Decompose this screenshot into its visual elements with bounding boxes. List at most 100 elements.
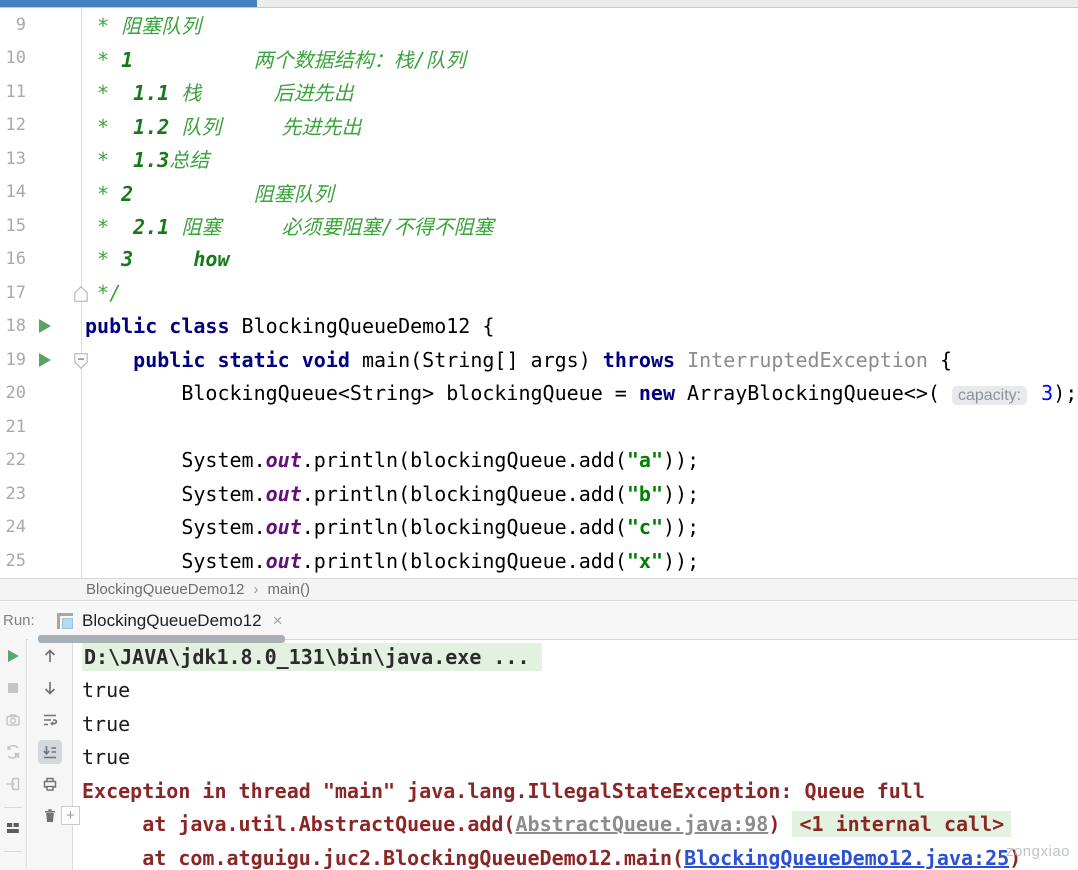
console-text: at com.atguigu.juc2.BlockingQueueDemo12.… [82, 846, 684, 870]
gutter [32, 176, 82, 210]
run-button-icon[interactable] [39, 353, 51, 367]
code-token: "c" [627, 515, 663, 539]
code-token: )); [663, 515, 699, 539]
line-number: 22 [0, 450, 32, 470]
gutter [32, 109, 82, 143]
code-text: * 2 阻塞队列 [82, 178, 334, 207]
console-line: at com.atguigu.juc2.BlockingQueueDemo12.… [74, 841, 1078, 870]
console-fold-expand-icon[interactable]: + [61, 806, 80, 825]
down-stack-icon[interactable] [38, 676, 62, 700]
code-token: 栈 后进先出 [169, 81, 353, 105]
code-token: .println(blockingQueue.add( [302, 448, 627, 472]
layout-icon[interactable] [1, 816, 25, 840]
code-token: 阻塞队列 [133, 182, 333, 206]
code-token: 阻塞 必须要阻塞/不得不阻塞 [169, 215, 493, 239]
gutter [32, 209, 82, 243]
run-configuration-icon [57, 613, 73, 629]
code-token: 2 [121, 182, 133, 206]
close-tab-icon[interactable]: × [273, 611, 283, 631]
code-token: 队列 先进先出 [169, 115, 361, 139]
code-token: * [85, 182, 121, 206]
console-line: at java.util.AbstractQueue.add(AbstractQ… [74, 808, 1078, 842]
code-line: 21 [0, 410, 1078, 444]
ide-window: 9 * 阻塞队列10 * 1 两个数据结构：栈/队列11 * 1.1 栈 后进先… [0, 0, 1078, 870]
code-token: * [85, 81, 133, 105]
console-horizontal-scrollbar[interactable] [38, 635, 285, 643]
toolbar-separator [4, 851, 22, 852]
jump-to-icon[interactable] [1, 772, 25, 796]
code-token [1029, 381, 1041, 405]
code-text: System.out.println(blockingQueue.add("c"… [82, 515, 699, 539]
code-text: System.out.println(blockingQueue.add("x"… [82, 549, 699, 573]
console-line: true [74, 707, 1078, 741]
console-line: true [74, 741, 1078, 775]
code-token: how [193, 247, 229, 271]
stack-trace-link[interactable]: AbstractQueue.java:98 [515, 812, 768, 836]
gutter [32, 75, 82, 109]
soft-wrap-icon[interactable] [38, 708, 62, 732]
line-number: 9 [0, 15, 32, 35]
code-token: )); [663, 549, 699, 573]
gutter [32, 544, 82, 578]
highlighted-command-line: D:\JAVA\jdk1.8.0_131\bin\java.exe ... [82, 643, 542, 671]
code-line: 12 * 1.2 队列 先进先出 [0, 109, 1078, 143]
code-token: System. [85, 515, 266, 539]
console-output[interactable]: D:\JAVA\jdk1.8.0_131\bin\java.exe ... tru… [74, 640, 1078, 870]
code-token: 1.1 [133, 81, 169, 105]
code-token: throws [603, 348, 687, 372]
parameter-hint: capacity: [952, 386, 1027, 405]
editor-scrollbar-thumb[interactable] [0, 0, 257, 7]
code-token: public class [85, 314, 242, 338]
toolbar-separator [4, 807, 22, 808]
code-token: 3 [121, 247, 133, 271]
clear-icon[interactable] [38, 804, 62, 828]
code-token [133, 247, 193, 271]
code-token: 总结 [169, 148, 209, 172]
code-text: BlockingQueue<String> blockingQueue = ne… [82, 381, 1077, 405]
run-button-icon[interactable] [39, 319, 51, 333]
run-tab[interactable]: BlockingQueueDemo12 × [57, 611, 283, 631]
code-line: 24 System.out.println(blockingQueue.add(… [0, 511, 1078, 545]
code-token: new [639, 381, 675, 405]
thread-dump-icon[interactable] [1, 708, 25, 732]
gutter [32, 142, 82, 176]
code-line: 15 * 2.1 阻塞 必须要阻塞/不得不阻塞 [0, 209, 1078, 243]
line-number: 11 [0, 82, 32, 102]
code-line: 13 * 1.3总结 [0, 142, 1078, 176]
line-number: 24 [0, 517, 32, 537]
code-token: System. [85, 448, 266, 472]
stack-trace-link[interactable]: BlockingQueueDemo12.java:25 [684, 846, 1009, 870]
console-text: Exception in thread "main" java.lang.Ill… [82, 779, 925, 803]
rerun-failed-icon[interactable] [1, 740, 25, 764]
breadcrumb: BlockingQueueDemo12 › main() [0, 578, 1078, 601]
scroll-to-end-icon[interactable] [38, 740, 62, 764]
rerun-icon[interactable] [1, 644, 25, 668]
code-text: * 阻塞队列 [82, 10, 201, 39]
code-token: 1 [121, 48, 133, 72]
code-text: * 1.3总结 [82, 144, 209, 173]
code-token: BlockingQueueDemo12 { [242, 314, 495, 338]
code-token: InterruptedException [687, 348, 940, 372]
code-line: 14 * 2 阻塞队列 [0, 176, 1078, 210]
code-token: * [85, 215, 133, 239]
breadcrumb-method[interactable]: main() [267, 581, 310, 598]
code-text: public class BlockingQueueDemo12 { [82, 314, 494, 338]
breadcrumb-separator-icon: › [253, 581, 258, 598]
code-token: 1.3 [133, 148, 169, 172]
fold-collapse-icon[interactable] [72, 351, 90, 369]
more-icon[interactable]: » [1, 860, 25, 870]
code-text: System.out.println(blockingQueue.add("b"… [82, 482, 699, 506]
code-editor[interactable]: 9 * 阻塞队列10 * 1 两个数据结构：栈/队列11 * 1.1 栈 后进先… [0, 8, 1078, 578]
code-token: "b" [627, 482, 663, 506]
code-token: System. [85, 549, 266, 573]
fold-end-icon[interactable] [72, 284, 90, 302]
print-icon[interactable] [38, 772, 62, 796]
code-line: 22 System.out.println(blockingQueue.add(… [0, 444, 1078, 478]
code-line: 18public class BlockingQueueDemo12 { [0, 310, 1078, 344]
line-number: 14 [0, 182, 32, 202]
breadcrumb-class[interactable]: BlockingQueueDemo12 [86, 581, 244, 598]
editor-top-scrollbar[interactable] [0, 0, 1078, 8]
stop-icon[interactable] [1, 676, 25, 700]
up-stack-icon[interactable] [38, 644, 62, 668]
line-number: 19 [0, 350, 32, 370]
